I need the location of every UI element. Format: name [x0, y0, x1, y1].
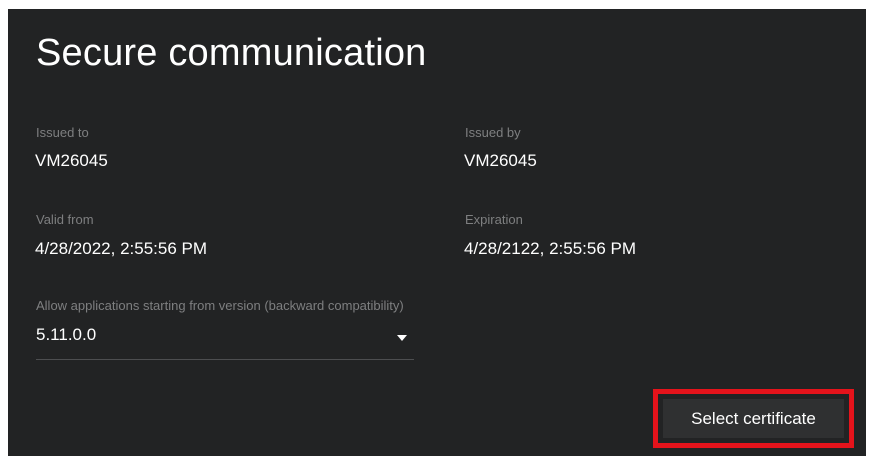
expiration-value: 4/28/2122, 2:55:56 PM	[464, 239, 637, 258]
select-certificate-highlight: Select certificate	[653, 389, 854, 448]
secure-communication-panel: Secure communication Issued to VM26045 I…	[8, 9, 866, 456]
compatibility-version-select[interactable]: 5.11.0.0	[36, 325, 414, 360]
valid-from-value: 4/28/2022, 2:55:56 PM	[35, 239, 208, 258]
expiration-label: Expiration	[465, 212, 523, 227]
compatibility-version-label: Allow applications starting from version…	[36, 298, 404, 313]
compatibility-version-value: 5.11.0.0	[36, 325, 97, 344]
issued-by-label: Issued by	[465, 125, 521, 140]
select-certificate-button[interactable]: Select certificate	[663, 399, 844, 438]
issued-to-label: Issued to	[36, 125, 89, 140]
valid-from-label: Valid from	[36, 212, 94, 227]
page-title: Secure communication	[36, 32, 427, 74]
chevron-down-icon	[397, 335, 407, 341]
issued-to-value: VM26045	[35, 151, 108, 170]
issued-by-value: VM26045	[464, 151, 537, 170]
